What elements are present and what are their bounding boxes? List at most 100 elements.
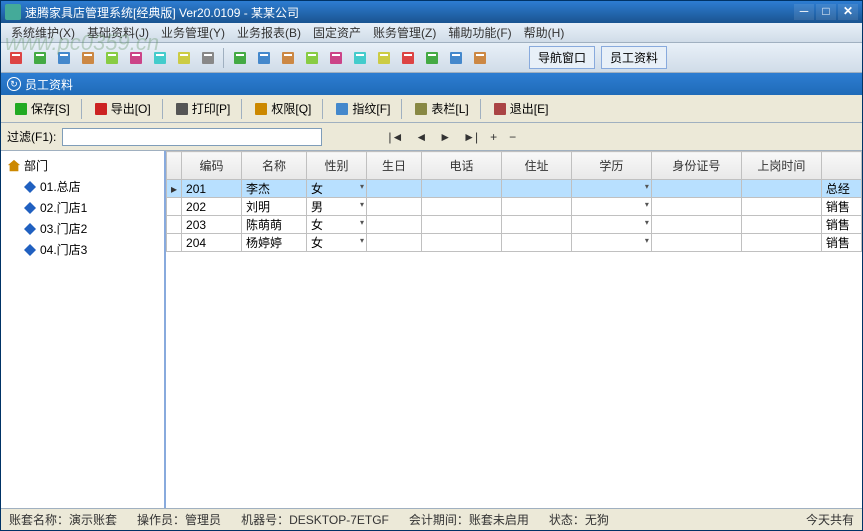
cell-edu[interactable]: ▾ xyxy=(571,216,651,234)
col-header-0[interactable]: 编码 xyxy=(182,152,242,180)
toolbar-btn-6[interactable] xyxy=(149,47,171,69)
record-nav-5[interactable]: − xyxy=(509,130,516,144)
cell-hiredate[interactable] xyxy=(741,234,821,252)
tree-node-0[interactable]: 01.总店 xyxy=(5,176,160,197)
cell-extra[interactable]: 销售 xyxy=(821,198,861,216)
cell-extra[interactable]: 销售 xyxy=(821,216,861,234)
record-nav-1[interactable]: ◄ xyxy=(415,130,427,144)
toolbar-btn-10[interactable] xyxy=(253,47,275,69)
cell-id[interactable]: 203 xyxy=(182,216,242,234)
print-button[interactable]: 打印[P] xyxy=(168,96,238,121)
export-button[interactable]: 导出[O] xyxy=(87,96,158,121)
toolbar-btn-14[interactable] xyxy=(349,47,371,69)
col-header-8[interactable]: 上岗时间 xyxy=(741,152,821,180)
record-nav-0[interactable]: |◄ xyxy=(388,130,403,144)
col-header-3[interactable]: 生日 xyxy=(366,152,421,180)
dropdown-icon[interactable]: ▾ xyxy=(645,200,649,209)
toolbar-btn-13[interactable] xyxy=(325,47,347,69)
cell-edu[interactable]: ▾ xyxy=(571,180,651,198)
toolbar-btn-12[interactable] xyxy=(301,47,323,69)
menu-1[interactable]: 基础资料(J) xyxy=(81,22,155,43)
toolbar-btn-17[interactable] xyxy=(421,47,443,69)
cell-gender[interactable]: 男▾ xyxy=(307,198,367,216)
employee-grid[interactable]: 编码名称性别生日电话住址学历身份证号上岗时间 ▸201李杰女▾▾总经202刘明男… xyxy=(166,151,862,508)
cell-address[interactable] xyxy=(501,234,571,252)
tree-node-2[interactable]: 03.门店2 xyxy=(5,218,160,239)
refresh-icon[interactable]: ↻ xyxy=(7,77,21,91)
cell-name[interactable]: 陈萌萌 xyxy=(242,216,307,234)
toolbar-btn-7[interactable] xyxy=(173,47,195,69)
record-nav-3[interactable]: ►| xyxy=(463,130,478,144)
finger-button[interactable]: 指纹[F] xyxy=(328,96,397,121)
menu-0[interactable]: 系统维护(X) xyxy=(5,22,81,43)
cell-birthday[interactable] xyxy=(366,198,421,216)
table-row[interactable]: 204杨婷婷女▾▾销售 xyxy=(167,234,862,252)
cell-extra[interactable]: 总经 xyxy=(821,180,861,198)
toolbar-btn-4[interactable] xyxy=(101,47,123,69)
cell-gender[interactable]: 女▾ xyxy=(307,216,367,234)
col-header-5[interactable]: 住址 xyxy=(501,152,571,180)
toolbar-btn-15[interactable] xyxy=(373,47,395,69)
toolbar-btn-18[interactable] xyxy=(445,47,467,69)
tree-node-3[interactable]: 04.门店3 xyxy=(5,239,160,260)
cell-name[interactable]: 刘明 xyxy=(242,198,307,216)
tree-node-1[interactable]: 02.门店1 xyxy=(5,197,160,218)
nav-window-button[interactable]: 导航窗口 xyxy=(529,46,595,69)
cell-idcard[interactable] xyxy=(651,198,741,216)
toolbar-btn-19[interactable] xyxy=(469,47,491,69)
tree-root[interactable]: 部门 xyxy=(5,155,160,176)
cell-extra[interactable]: 销售 xyxy=(821,234,861,252)
table-row[interactable]: ▸201李杰女▾▾总经 xyxy=(167,180,862,198)
cell-hiredate[interactable] xyxy=(741,180,821,198)
menu-2[interactable]: 业务管理(Y) xyxy=(155,22,231,43)
dropdown-icon[interactable]: ▾ xyxy=(360,218,364,227)
dropdown-icon[interactable]: ▾ xyxy=(645,218,649,227)
cell-id[interactable]: 201 xyxy=(182,180,242,198)
cell-gender[interactable]: 女▾ xyxy=(307,234,367,252)
dropdown-icon[interactable]: ▾ xyxy=(645,236,649,245)
toolbar-btn-3[interactable] xyxy=(77,47,99,69)
cell-phone[interactable] xyxy=(421,216,501,234)
cell-birthday[interactable] xyxy=(366,180,421,198)
exit-button[interactable]: 退出[E] xyxy=(486,96,556,121)
cell-phone[interactable] xyxy=(421,180,501,198)
col-header-1[interactable]: 名称 xyxy=(242,152,307,180)
cell-idcard[interactable] xyxy=(651,216,741,234)
cell-birthday[interactable] xyxy=(366,234,421,252)
cell-idcard[interactable] xyxy=(651,180,741,198)
minimize-button[interactable]: ─ xyxy=(794,4,814,20)
toolbar-btn-9[interactable] xyxy=(229,47,251,69)
col-header-extra[interactable] xyxy=(821,152,861,180)
cell-edu[interactable]: ▾ xyxy=(571,198,651,216)
col-header-2[interactable]: 性别 xyxy=(307,152,367,180)
dropdown-icon[interactable]: ▾ xyxy=(360,200,364,209)
cell-edu[interactable]: ▾ xyxy=(571,234,651,252)
menu-3[interactable]: 业务报表(B) xyxy=(231,22,307,43)
cell-address[interactable] xyxy=(501,216,571,234)
toolbar-btn-2[interactable] xyxy=(53,47,75,69)
toolbar-btn-0[interactable] xyxy=(5,47,27,69)
col-header-7[interactable]: 身份证号 xyxy=(651,152,741,180)
toolbar-btn-1[interactable] xyxy=(29,47,51,69)
record-nav-2[interactable]: ► xyxy=(439,130,451,144)
cell-name[interactable]: 杨婷婷 xyxy=(242,234,307,252)
filter-input[interactable] xyxy=(62,128,322,146)
cell-hiredate[interactable] xyxy=(741,198,821,216)
table-row[interactable]: 203陈萌萌女▾▾销售 xyxy=(167,216,862,234)
menu-7[interactable]: 帮助(H) xyxy=(518,22,571,43)
toolbar-btn-5[interactable] xyxy=(125,47,147,69)
cell-birthday[interactable] xyxy=(366,216,421,234)
dropdown-icon[interactable]: ▾ xyxy=(645,182,649,191)
table-row[interactable]: 202刘明男▾▾销售 xyxy=(167,198,862,216)
cell-gender[interactable]: 女▾ xyxy=(307,180,367,198)
perm-button[interactable]: 权限[Q] xyxy=(247,96,318,121)
cell-address[interactable] xyxy=(501,198,571,216)
cell-name[interactable]: 李杰 xyxy=(242,180,307,198)
cell-id[interactable]: 202 xyxy=(182,198,242,216)
col-header-4[interactable]: 电话 xyxy=(421,152,501,180)
toolbar-btn-11[interactable] xyxy=(277,47,299,69)
menu-6[interactable]: 辅助功能(F) xyxy=(442,22,517,43)
cell-hiredate[interactable] xyxy=(741,216,821,234)
toolbar-btn-8[interactable] xyxy=(197,47,219,69)
maximize-button[interactable]: □ xyxy=(816,4,836,20)
